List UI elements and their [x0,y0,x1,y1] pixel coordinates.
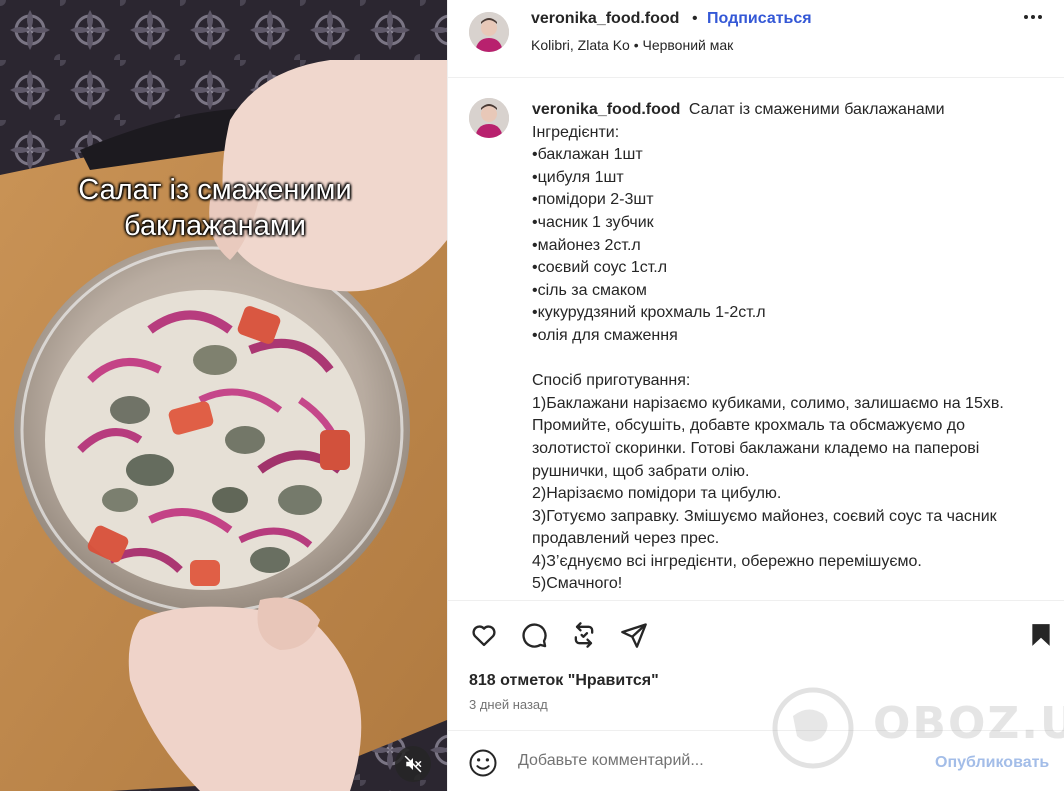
post-caption: veronika_food.food Салат із смаженими ба… [532,99,1042,596]
post-media[interactable]: Салат із смаженими баклажанами [0,0,447,791]
caption-line: 5)Смачного! [532,575,623,593]
food-video-frame [0,0,447,791]
repost-button[interactable] [568,619,600,651]
comment-button[interactable] [518,619,550,651]
post-actions: 818 отметок "Нравится" 3 дней назад [448,600,1064,730]
comment-icon [522,623,547,648]
caption-line: •сіль за смаком [532,281,647,299]
avatar[interactable] [469,12,509,52]
share-button[interactable] [618,619,650,651]
repost-icon [574,622,594,648]
bookmark-icon [1032,624,1050,646]
caption-line: •баклажан 1шт [532,146,643,164]
emoji-icon[interactable] [468,748,498,778]
separator-dot: • [692,10,698,27]
caption-line: Спосіб приготування: [532,372,691,390]
publish-button[interactable]: Опубликовать [935,754,1049,772]
caption-avatar[interactable] [469,98,509,138]
avatar-image [469,12,509,52]
caption-line: •кукурудзяний крохмаль 1-2ст.л [532,304,766,322]
post-header: veronika_food.food • Подписаться Kolibri… [448,0,1064,78]
post-panel: veronika_food.food • Подписаться Kolibri… [447,0,1064,791]
like-count[interactable]: 818 отметок "Нравится" [469,672,659,690]
follow-button[interactable]: Подписаться [707,10,812,28]
caption-line: •часник 1 зубчик [532,213,654,231]
comment-composer: Опубликовать [448,730,1064,791]
caption-line: 2)Нарізаємо помідори та цибулю. [532,485,782,503]
caption-username[interactable]: veronika_food.food [532,101,680,118]
speaker-muted-icon [404,755,422,773]
caption-line: 1)Баклажани нарізаємо кубиками, солимо, … [532,394,1009,480]
share-icon [621,623,647,648]
post-timestamp[interactable]: 3 дней назад [469,697,548,712]
caption-line: Інгредієнти: [532,123,620,141]
caption-line: •соєвий соус 1ст.л [532,259,668,277]
caption-line: 3)Готуємо заправку. Змішуємо майонез, со… [532,507,1002,548]
caption-scroll-area[interactable]: veronika_food.food Салат із смаженими ба… [448,79,1064,600]
caption-line: •майонез 2ст.л [532,236,641,254]
caption-line: 4)З’єднуємо всі інгредієнти, обережно пе… [532,552,922,570]
mute-button[interactable] [395,746,431,782]
comment-input[interactable] [518,752,898,770]
heart-icon [472,625,496,647]
video-overlay-title: Салат із смаженими баклажанами [78,174,352,242]
post-author-username[interactable]: veronika_food.food [531,10,679,28]
caption-line: •помідори 2-3шт [532,191,654,209]
audio-attribution[interactable]: Kolibri, Zlata Ko • Червоний мак [531,37,733,53]
caption-line: •цибуля 1шт [532,168,624,186]
caption-title: Салат із смаженими баклажанами [688,101,945,118]
avatar-image [469,98,509,138]
save-button[interactable] [1025,619,1057,651]
more-options-icon[interactable] [1024,15,1042,19]
caption-line: •олія для смаження [532,326,678,344]
like-button[interactable] [468,619,500,651]
